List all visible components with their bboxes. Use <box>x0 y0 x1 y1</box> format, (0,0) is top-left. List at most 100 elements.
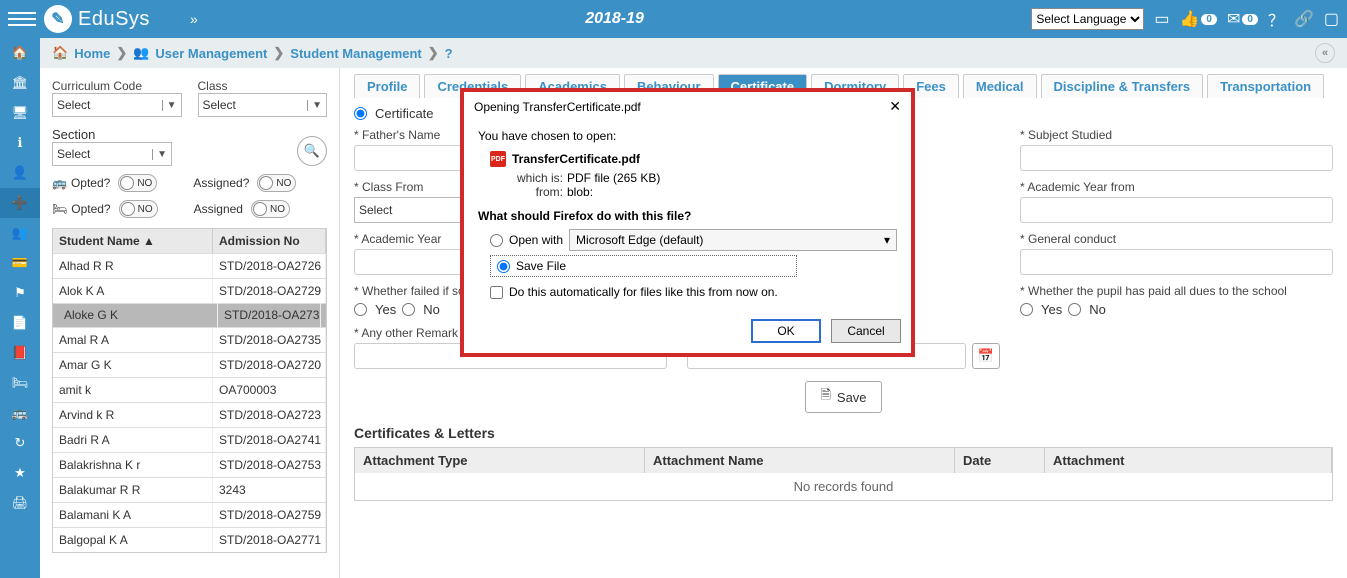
star-icon[interactable]: ★ <box>0 458 40 488</box>
home-icon[interactable]: 🏠 <box>0 38 40 68</box>
mail-icon[interactable]: ✉0 <box>1227 9 1258 29</box>
tab-profile[interactable]: Profile <box>354 74 420 98</box>
certificate-radio-label: Certificate <box>375 106 434 121</box>
bc-q: ? <box>445 46 453 61</box>
assigned2-toggle[interactable]: NO <box>251 200 290 218</box>
book-icon[interactable]: 📕 <box>0 338 40 368</box>
thumbs-up-icon[interactable]: 👍0 <box>1179 9 1216 29</box>
what-label: What should Firefox do with this file? <box>478 209 897 223</box>
bed-icon[interactable]: 🛏 <box>0 368 40 398</box>
card2-icon[interactable]: 💳 <box>0 248 40 278</box>
col-date[interactable]: Date <box>955 448 1045 473</box>
paid-label: * Whether the pupil has paid all dues to… <box>1020 284 1287 298</box>
monitor-icon[interactable]: 🖥 <box>0 98 40 128</box>
curriculum-label: Curriculum Code <box>52 79 142 93</box>
certificate-radio[interactable] <box>354 107 367 120</box>
bc-sm[interactable]: Student Management <box>290 46 421 61</box>
tab-discipline-transfers[interactable]: Discipline & Transfers <box>1041 74 1204 98</box>
print-icon[interactable]: 🖨 <box>0 488 40 518</box>
ok-button[interactable]: OK <box>751 319 821 343</box>
bus-opted-toggle[interactable]: NO <box>118 174 157 192</box>
section-select[interactable]: Select▼ <box>52 142 172 166</box>
bus-icon[interactable]: 🚌 <box>0 398 40 428</box>
assigned2-label: Assigned <box>194 202 243 216</box>
brand-text: EduSys <box>78 8 150 31</box>
flag-icon[interactable]: ⚑ <box>0 278 40 308</box>
fail-no-radio[interactable] <box>402 303 415 316</box>
close-icon[interactable]: ✕ <box>889 98 901 115</box>
class-from-label: * Class From <box>354 180 423 194</box>
table-row[interactable]: Balgopal K ASTD/2018-OA2771 <box>53 527 326 552</box>
chevrons-icon[interactable]: » <box>190 11 198 27</box>
assigned-toggle[interactable]: NO <box>257 174 296 192</box>
save-file-radio[interactable] <box>497 260 510 273</box>
user-icon[interactable]: ▢ <box>1324 9 1339 29</box>
conduct-input[interactable] <box>1020 249 1333 275</box>
doc-icon[interactable]: 📄 <box>0 308 40 338</box>
menu-toggle[interactable] <box>8 5 36 33</box>
info-icon[interactable]: ℹ <box>0 128 40 158</box>
card-icon[interactable]: ▭ <box>1154 9 1169 29</box>
logo[interactable]: ✎ EduSys <box>44 5 150 33</box>
collapse-icon[interactable]: « <box>1315 43 1335 63</box>
table-row[interactable]: Alok K ASTD/2018-OA2729 <box>53 278 326 303</box>
col-attach-name[interactable]: Attachment Name <box>645 448 955 473</box>
tab-transportation[interactable]: Transportation <box>1207 74 1324 98</box>
table-row[interactable]: Arvind k RSTD/2018-OA2723 <box>53 402 326 427</box>
class-select[interactable]: Select▼ <box>198 93 328 117</box>
bank-icon[interactable]: 🏛 <box>0 68 40 98</box>
col-admission-no[interactable]: Admission No <box>213 229 326 253</box>
fail-yes-radio[interactable] <box>354 303 367 316</box>
father-label: * Father's Name <box>354 128 440 142</box>
table-row[interactable]: Amar G KSTD/2018-OA2720 <box>53 352 326 377</box>
table-row[interactable]: Balakrishna K rSTD/2018-OA2753 <box>53 452 326 477</box>
table-row[interactable]: Amal R ASTD/2018-OA2735 <box>53 327 326 352</box>
add-user-icon[interactable]: ➕ <box>0 188 40 218</box>
no-records: No records found <box>355 473 1332 500</box>
class-label: Class <box>198 79 228 93</box>
acad-year-label: * Academic Year <box>354 232 441 246</box>
acad-year-from-label: * Academic Year from <box>1020 180 1135 194</box>
bed-opted-toggle[interactable]: NO <box>119 200 158 218</box>
table-row[interactable]: Balakumar R R3243 <box>53 477 326 502</box>
col-student-name[interactable]: Student Name ▲ <box>53 229 213 253</box>
group-icon[interactable]: 👥 <box>0 218 40 248</box>
assigned-label: Assigned? <box>193 176 249 190</box>
table-row[interactable]: amit kOA700003 <box>53 377 326 402</box>
cancel-button[interactable]: Cancel <box>831 319 901 343</box>
auto-checkbox[interactable] <box>490 286 503 299</box>
person-icon[interactable]: 👤 <box>0 158 40 188</box>
tab-medical[interactable]: Medical <box>963 74 1037 98</box>
calendar-icon[interactable]: 📅 <box>972 343 1000 369</box>
table-row[interactable]: Aloke G KSTD/2018-OA2732 <box>53 303 326 327</box>
file-type: PDF file (265 KB) <box>567 171 660 185</box>
subject-input[interactable] <box>1020 145 1333 171</box>
table-row[interactable]: Badri R ASTD/2018-OA2741 <box>53 427 326 452</box>
help-icon[interactable]: ？ <box>1268 7 1284 31</box>
col-attachment[interactable]: Attachment <box>1045 448 1332 473</box>
dialog-title: Opening TransferCertificate.pdf <box>474 100 641 114</box>
open-with-radio[interactable] <box>490 234 503 247</box>
acad-year-from-input[interactable] <box>1020 197 1333 223</box>
topbar: ✎ EduSys » 2018-19 Select Language ▭ 👍0 … <box>0 0 1347 38</box>
chevron-right-icon: ❯ <box>428 45 439 61</box>
table-row[interactable]: Balamani K ASTD/2018-OA2759 <box>53 502 326 527</box>
save-button[interactable]: 🗎 Save <box>805 381 881 413</box>
open-with-select[interactable]: Microsoft Edge (default)▾ <box>569 229 897 251</box>
bc-home[interactable]: Home <box>74 46 110 61</box>
language-select[interactable]: Select Language <box>1031 8 1144 30</box>
search-icon[interactable]: 🔍 <box>297 136 327 166</box>
home-icon-bc: 🏠 <box>52 45 68 61</box>
link-icon[interactable]: 🔗 <box>1294 9 1314 29</box>
subject-label: * Subject Studied <box>1020 128 1112 142</box>
refresh-icon[interactable]: ↻ <box>0 428 40 458</box>
table-row[interactable]: Alhad R RSTD/2018-OA2726 <box>53 253 326 278</box>
col-attach-type[interactable]: Attachment Type <box>355 448 645 473</box>
bc-um[interactable]: User Management <box>155 46 267 61</box>
remark-label: * Any other Remark <box>354 326 458 340</box>
attachment-table: Attachment Type Attachment Name Date Att… <box>354 447 1333 501</box>
download-dialog: Opening TransferCertificate.pdf ✕ You ha… <box>460 88 915 357</box>
paid-no-radio[interactable] <box>1068 303 1081 316</box>
curriculum-select[interactable]: Select▼ <box>52 93 182 117</box>
paid-yes-radio[interactable] <box>1020 303 1033 316</box>
